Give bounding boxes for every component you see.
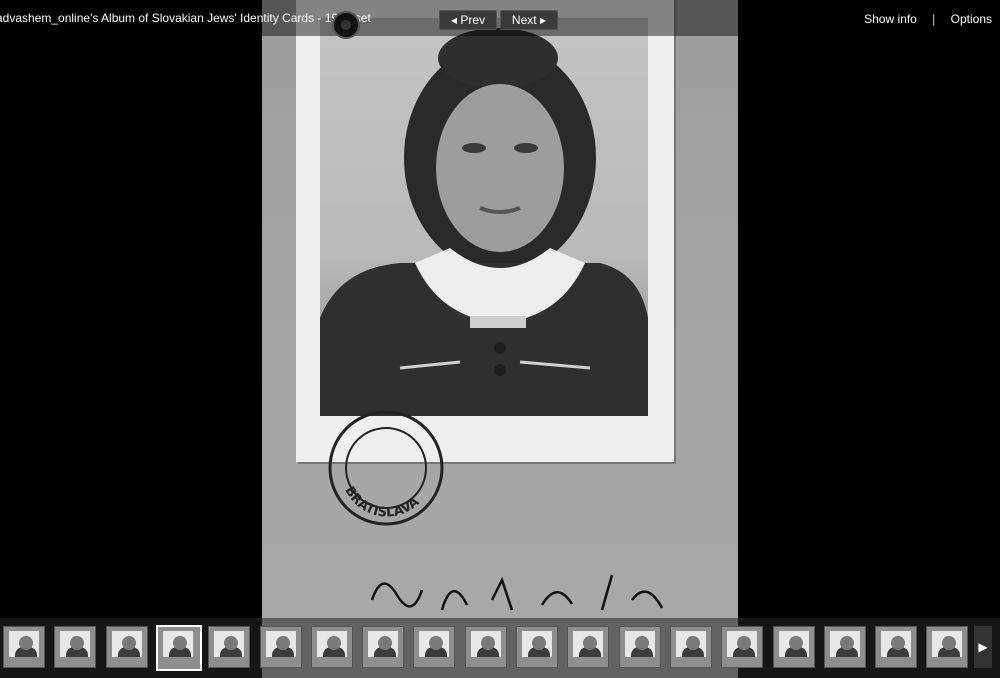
thumbnail-photo (573, 631, 603, 657)
thumbnail-photo (214, 631, 244, 657)
right-triangle-icon: ▶ (539, 16, 547, 25)
options-link[interactable]: Options (951, 12, 992, 26)
top-bar: advashem_online's Album of Slovakian Jew… (0, 0, 1000, 39)
thumbnail-photo (368, 631, 398, 657)
thumbnail-photo (266, 631, 296, 657)
thumbnail[interactable] (773, 626, 815, 668)
thumbnail-face (173, 636, 187, 650)
thumbnail[interactable] (54, 626, 96, 668)
thumbnail[interactable] (721, 626, 763, 668)
thumbnail[interactable] (260, 626, 302, 668)
prev-button[interactable]: ◀ Prev (439, 10, 497, 30)
next-button[interactable]: Next ▶ (500, 10, 558, 30)
thumbnail-photo (830, 631, 860, 657)
thumbnail[interactable] (3, 626, 45, 668)
thumbnail[interactable] (311, 626, 353, 668)
thumbnail-face (481, 636, 495, 650)
thumbnail-face (429, 636, 443, 650)
thumbnail-photo (881, 631, 911, 657)
thumbnail[interactable] (413, 626, 455, 668)
thumbnail[interactable] (156, 625, 202, 671)
bratislava-stamp: BRATISLAVA (328, 410, 444, 526)
thumbnail-face (583, 636, 597, 650)
thumbnail-face (224, 636, 238, 650)
thumbnail-photo (60, 631, 90, 657)
thumbnail-face (378, 636, 392, 650)
portrait-photo (320, 18, 648, 416)
thumbnail-photo (419, 631, 449, 657)
thumbnail-face (840, 636, 854, 650)
show-info-link[interactable]: Show info (864, 12, 917, 26)
thumbnail-photo (676, 631, 706, 657)
main-photo[interactable]: BRATISLAVA (262, 0, 738, 678)
thumbnail-face (122, 636, 136, 650)
thumbnail[interactable] (824, 626, 866, 668)
thumbnail[interactable] (208, 626, 250, 668)
thumbnail[interactable] (926, 626, 968, 668)
thumbnail-face (276, 636, 290, 650)
thumbnail-photo (932, 631, 962, 657)
thumbnail-face (737, 636, 751, 650)
thumbnail-photo (779, 631, 809, 657)
thumbnail-face (532, 636, 546, 650)
loading-spinner-icon (332, 11, 360, 39)
thumbnail-face (686, 636, 700, 650)
thumbnail[interactable] (516, 626, 558, 668)
thumbnail-photo (522, 631, 552, 657)
thumbnail-photo (727, 631, 757, 657)
thumbnail[interactable] (670, 626, 712, 668)
portrait-figure (320, 28, 648, 416)
thumbnail[interactable] (875, 626, 917, 668)
filmstrip-next-button[interactable]: ▶ (974, 626, 992, 668)
thumbnail-photo (471, 631, 501, 657)
thumbnail-face (891, 636, 905, 650)
next-label: Next (511, 13, 537, 27)
thumbnail-photo (625, 631, 655, 657)
thumbnail[interactable] (619, 626, 661, 668)
thumbnail[interactable] (465, 626, 507, 668)
prev-label: Prev (460, 13, 486, 27)
thumbnail-face (19, 636, 33, 650)
album-title[interactable]: advashem_online's Album of Slovakian Jew… (0, 11, 371, 25)
thumbnail-photo (9, 631, 39, 657)
thumbnail[interactable] (362, 626, 404, 668)
thumbnail-photo (317, 631, 347, 657)
thumbnail-face (327, 636, 341, 650)
thumbnail[interactable] (106, 626, 148, 668)
right-arrow-icon: ▶ (978, 640, 988, 654)
id-card-photo-print (296, 0, 674, 462)
thumbnail-face (789, 636, 803, 650)
top-links: Show info | Options (864, 12, 992, 26)
left-triangle-icon: ◀ (450, 16, 458, 25)
thumbnail-filmstrip: ▶ (0, 618, 1000, 678)
thumbnail-photo (112, 631, 142, 657)
thumbnail-face (70, 636, 84, 650)
thumbnail[interactable] (567, 626, 609, 668)
thumbnail-face (942, 636, 956, 650)
thumbnail-photo (163, 631, 193, 657)
thumbnail-face (635, 636, 649, 650)
link-separator: | (932, 12, 936, 26)
